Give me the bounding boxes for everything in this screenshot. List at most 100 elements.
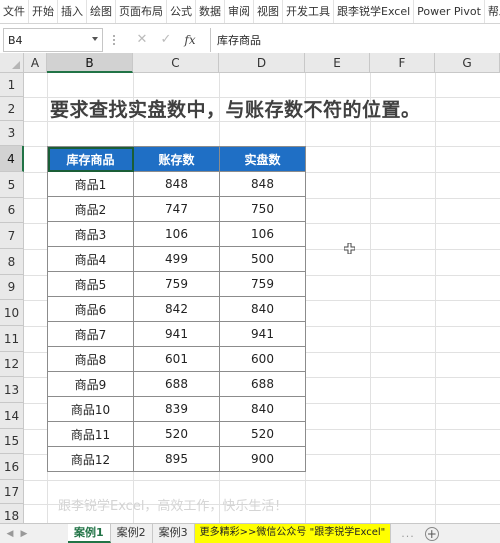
table-cell[interactable]: 商品9: [47, 371, 134, 397]
row-header[interactable]: 4: [0, 146, 24, 172]
row-header[interactable]: 17: [0, 480, 24, 504]
row-header[interactable]: 18: [0, 504, 24, 523]
scroll-right-icon[interactable]: ▶: [20, 529, 28, 539]
column-header[interactable]: B: [47, 53, 133, 73]
row-header[interactable]: 13: [0, 377, 24, 403]
row-header[interactable]: 3: [0, 121, 24, 146]
table-cell[interactable]: 499: [133, 246, 220, 272]
sheet-tab-1[interactable]: 案例1: [68, 524, 111, 543]
insert-function-icon[interactable]: fx: [181, 31, 199, 49]
row-header[interactable]: 1: [0, 73, 24, 97]
table-cell[interactable]: 商品5: [47, 271, 134, 297]
table-row: 商品3 106 106: [47, 221, 306, 247]
table-cell[interactable]: 747: [133, 196, 220, 222]
row-header[interactable]: 5: [0, 172, 24, 198]
table-cell[interactable]: 688: [219, 371, 306, 397]
table-cell[interactable]: 商品6: [47, 296, 134, 322]
table-cell[interactable]: 688: [133, 371, 220, 397]
name-box-value: B4: [8, 33, 23, 47]
ribbon-tab[interactable]: 开始: [29, 0, 58, 23]
table-cell[interactable]: 商品10: [47, 396, 134, 422]
table-cell[interactable]: 商品3: [47, 221, 134, 247]
table-cell[interactable]: 759: [133, 271, 220, 297]
ribbon-tab[interactable]: Power Pivot: [414, 0, 485, 23]
row-header[interactable]: 8: [0, 249, 24, 275]
row-header[interactable]: 16: [0, 454, 24, 480]
drag-handle-icon[interactable]: [113, 33, 119, 47]
ribbon-tab[interactable]: 绘图: [87, 0, 116, 23]
name-box[interactable]: B4: [3, 28, 103, 52]
header-cell[interactable]: 账存数: [133, 146, 220, 172]
table-cell[interactable]: 商品8: [47, 346, 134, 372]
table-cell[interactable]: 商品4: [47, 246, 134, 272]
check-icon[interactable]: ✓: [157, 31, 175, 49]
ribbon-tab[interactable]: 帮助: [485, 0, 500, 23]
more-sheets-icon[interactable]: ...: [401, 527, 415, 540]
scroll-left-icon[interactable]: ◀: [6, 529, 14, 539]
column-header[interactable]: G: [435, 53, 500, 73]
ribbon-tab[interactable]: 文件: [0, 0, 29, 23]
table-cell[interactable]: 840: [219, 396, 306, 422]
table-cell[interactable]: 842: [133, 296, 220, 322]
row-header[interactable]: 2: [0, 97, 24, 121]
ribbon-tab[interactable]: 数据: [196, 0, 225, 23]
column-header[interactable]: F: [370, 53, 435, 73]
table-cell[interactable]: 500: [219, 246, 306, 272]
table-cell[interactable]: 759: [219, 271, 306, 297]
column-header[interactable]: E: [305, 53, 370, 73]
table-cell[interactable]: 848: [219, 171, 306, 197]
column-header[interactable]: D: [219, 53, 305, 73]
table-cell[interactable]: 941: [133, 321, 220, 347]
table-cell[interactable]: 601: [133, 346, 220, 372]
row-header[interactable]: 15: [0, 429, 24, 454]
ribbon-tab[interactable]: 跟李锐学Excel: [334, 0, 415, 23]
header-cell[interactable]: 实盘数: [219, 146, 306, 172]
table-cell[interactable]: 848: [133, 171, 220, 197]
table-cell[interactable]: 900: [219, 446, 306, 472]
ribbon-tab[interactable]: 公式: [167, 0, 196, 23]
worksheet-grid[interactable]: 要求查找实盘数中，与账存数不符的位置。 库存商品 账存数 实盘数 商品1 848 8…: [0, 53, 500, 523]
row-header[interactable]: 12: [0, 352, 24, 377]
column-header[interactable]: C: [133, 53, 219, 73]
header-cell[interactable]: 库存商品: [47, 146, 134, 172]
table-cell[interactable]: 520: [219, 421, 306, 447]
column-header[interactable]: A: [24, 53, 47, 73]
select-all-corner[interactable]: [0, 53, 24, 73]
sheet-tab-promo[interactable]: 更多精彩>>微信公众号 "跟李锐学Excel": [194, 524, 392, 543]
sheet-tab-3[interactable]: 案例3: [153, 524, 195, 543]
ribbon-tab[interactable]: 视图: [254, 0, 283, 23]
ribbon-tab[interactable]: 审阅: [225, 0, 254, 23]
ribbon-tab[interactable]: 开发工具: [283, 0, 334, 23]
table-cell[interactable]: 750: [219, 196, 306, 222]
add-sheet-icon[interactable]: +: [424, 526, 439, 541]
table-cell[interactable]: 商品12: [47, 446, 134, 472]
table-cell[interactable]: 941: [219, 321, 306, 347]
row-header[interactable]: 11: [0, 326, 24, 352]
table-row: 商品12 895 900: [47, 446, 306, 472]
table-cell[interactable]: 600: [219, 346, 306, 372]
table-cell[interactable]: 106: [219, 221, 306, 247]
formula-input[interactable]: 库存商品: [210, 28, 500, 52]
table-cell[interactable]: 商品7: [47, 321, 134, 347]
chevron-down-icon[interactable]: [92, 37, 98, 41]
table-cell[interactable]: 商品2: [47, 196, 134, 222]
ribbon-tab[interactable]: 插入: [58, 0, 87, 23]
ribbon-tab[interactable]: 页面布局: [116, 0, 167, 23]
row-header[interactable]: 14: [0, 403, 24, 429]
table-cell[interactable]: 106: [133, 221, 220, 247]
table-header-row: 库存商品 账存数 实盘数: [47, 146, 306, 172]
sheet-tab-2[interactable]: 案例2: [111, 524, 153, 543]
table-cell[interactable]: 895: [133, 446, 220, 472]
cancel-icon[interactable]: ✕: [133, 31, 151, 49]
row-header[interactable]: 6: [0, 198, 24, 223]
table-cell[interactable]: 商品11: [47, 421, 134, 447]
table-cell[interactable]: 840: [219, 296, 306, 322]
table-cell[interactable]: 520: [133, 421, 220, 447]
sheet-headline: 要求查找实盘数中，与账存数不符的位置。: [50, 99, 421, 121]
table-cell[interactable]: 839: [133, 396, 220, 422]
row-header[interactable]: 10: [0, 300, 24, 326]
gridline: [370, 73, 371, 523]
row-header[interactable]: 7: [0, 223, 24, 249]
table-cell[interactable]: 商品1: [47, 171, 134, 197]
row-header[interactable]: 9: [0, 275, 24, 300]
